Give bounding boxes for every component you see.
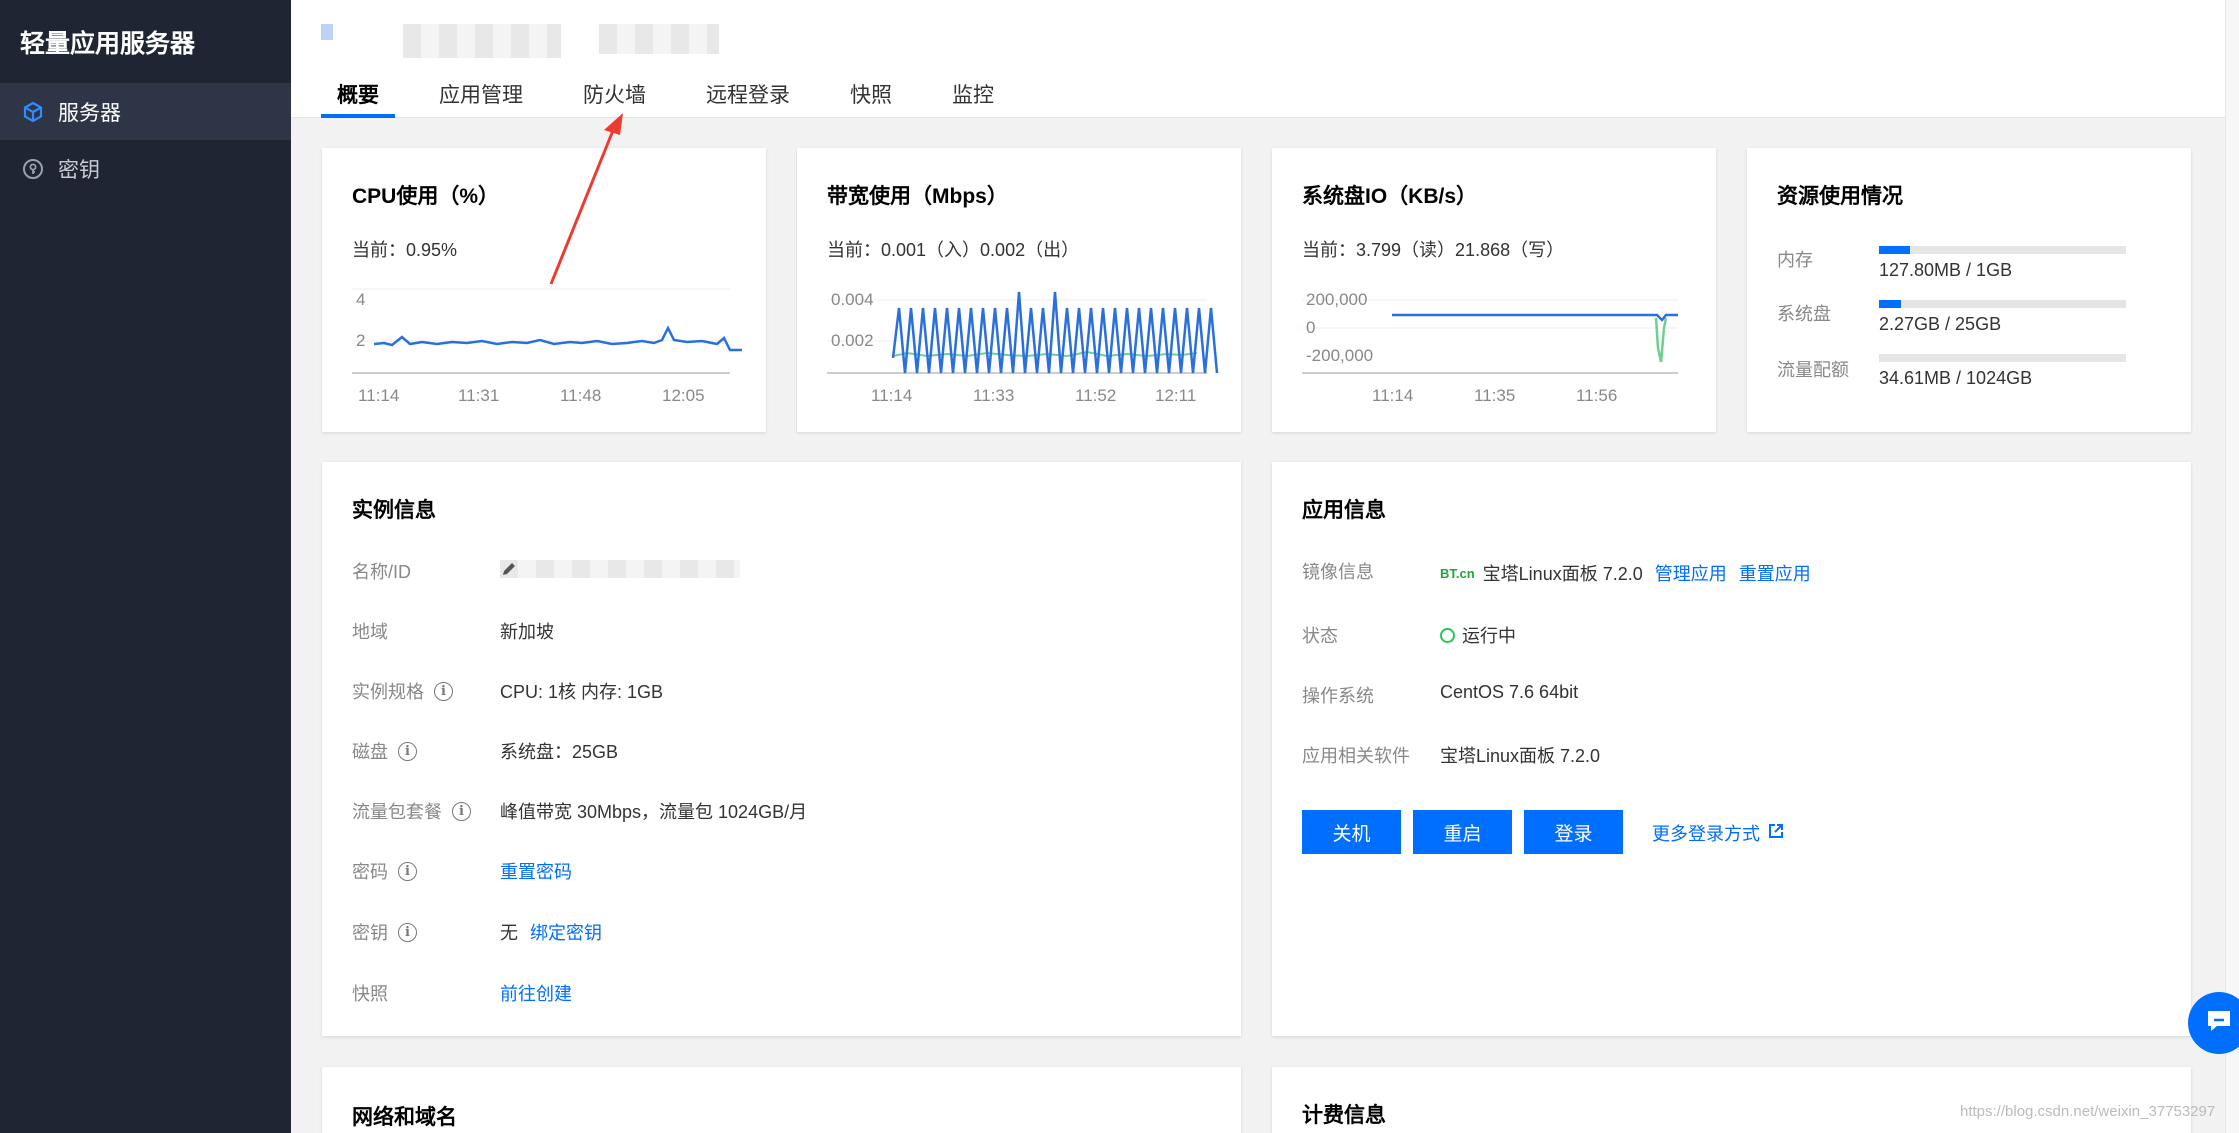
watermark: https://blog.csdn.net/weixin_37753297 (1960, 1103, 2216, 1120)
scrollbar[interactable] (2225, 0, 2239, 1133)
annotation-arrow (549, 113, 623, 285)
chat-icon (2205, 1008, 2233, 1039)
